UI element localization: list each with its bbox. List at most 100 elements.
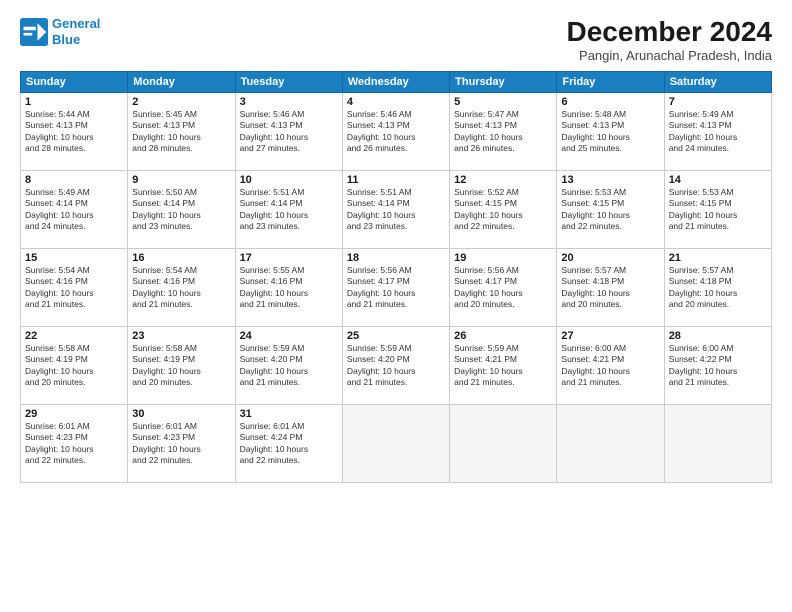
day-info: Sunrise: 5:59 AM Sunset: 4:20 PM Dayligh… — [347, 343, 445, 389]
day-number: 3 — [240, 96, 338, 108]
day-info: Sunrise: 5:56 AM Sunset: 4:17 PM Dayligh… — [454, 265, 552, 311]
day-cell-1: 1Sunrise: 5:44 AM Sunset: 4:13 PM Daylig… — [21, 93, 128, 171]
day-info: Sunrise: 5:57 AM Sunset: 4:18 PM Dayligh… — [561, 265, 659, 311]
day-info: Sunrise: 5:46 AM Sunset: 4:13 PM Dayligh… — [347, 109, 445, 155]
logo: General Blue — [20, 16, 100, 47]
empty-cell — [450, 405, 557, 483]
day-info: Sunrise: 5:49 AM Sunset: 4:13 PM Dayligh… — [669, 109, 767, 155]
day-cell-21: 21Sunrise: 5:57 AM Sunset: 4:18 PM Dayli… — [664, 249, 771, 327]
subtitle: Pangin, Arunachal Pradesh, India — [567, 48, 772, 63]
day-cell-26: 26Sunrise: 5:59 AM Sunset: 4:21 PM Dayli… — [450, 327, 557, 405]
day-info: Sunrise: 5:58 AM Sunset: 4:19 PM Dayligh… — [132, 343, 230, 389]
title-block: December 2024 Pangin, Arunachal Pradesh,… — [567, 16, 772, 63]
day-number: 16 — [132, 252, 230, 264]
day-info: Sunrise: 6:01 AM Sunset: 4:23 PM Dayligh… — [25, 421, 123, 467]
day-cell-20: 20Sunrise: 5:57 AM Sunset: 4:18 PM Dayli… — [557, 249, 664, 327]
day-number: 17 — [240, 252, 338, 264]
day-info: Sunrise: 5:45 AM Sunset: 4:13 PM Dayligh… — [132, 109, 230, 155]
day-info: Sunrise: 6:00 AM Sunset: 4:21 PM Dayligh… — [561, 343, 659, 389]
week-row-2: 8Sunrise: 5:49 AM Sunset: 4:14 PM Daylig… — [21, 171, 772, 249]
day-cell-15: 15Sunrise: 5:54 AM Sunset: 4:16 PM Dayli… — [21, 249, 128, 327]
day-info: Sunrise: 6:01 AM Sunset: 4:23 PM Dayligh… — [132, 421, 230, 467]
day-number: 26 — [454, 330, 552, 342]
calendar-header-row: SundayMondayTuesdayWednesdayThursdayFrid… — [21, 72, 772, 93]
day-info: Sunrise: 5:46 AM Sunset: 4:13 PM Dayligh… — [240, 109, 338, 155]
logo-line1: General — [52, 16, 100, 31]
day-info: Sunrise: 5:56 AM Sunset: 4:17 PM Dayligh… — [347, 265, 445, 311]
day-cell-31: 31Sunrise: 6:01 AM Sunset: 4:24 PM Dayli… — [235, 405, 342, 483]
day-info: Sunrise: 6:01 AM Sunset: 4:24 PM Dayligh… — [240, 421, 338, 467]
day-number: 18 — [347, 252, 445, 264]
day-number: 11 — [347, 174, 445, 186]
day-cell-13: 13Sunrise: 5:53 AM Sunset: 4:15 PM Dayli… — [557, 171, 664, 249]
day-cell-4: 4Sunrise: 5:46 AM Sunset: 4:13 PM Daylig… — [342, 93, 449, 171]
day-info: Sunrise: 5:57 AM Sunset: 4:18 PM Dayligh… — [669, 265, 767, 311]
calendar-header-friday: Friday — [557, 72, 664, 93]
day-number: 5 — [454, 96, 552, 108]
calendar-header-saturday: Saturday — [664, 72, 771, 93]
day-number: 20 — [561, 252, 659, 264]
calendar-header-tuesday: Tuesday — [235, 72, 342, 93]
day-number: 9 — [132, 174, 230, 186]
day-number: 19 — [454, 252, 552, 264]
day-cell-11: 11Sunrise: 5:51 AM Sunset: 4:14 PM Dayli… — [342, 171, 449, 249]
calendar-header-sunday: Sunday — [21, 72, 128, 93]
day-cell-25: 25Sunrise: 5:59 AM Sunset: 4:20 PM Dayli… — [342, 327, 449, 405]
main-title: December 2024 — [567, 16, 772, 48]
day-number: 28 — [669, 330, 767, 342]
day-number: 1 — [25, 96, 123, 108]
day-number: 8 — [25, 174, 123, 186]
day-cell-28: 28Sunrise: 6:00 AM Sunset: 4:22 PM Dayli… — [664, 327, 771, 405]
day-info: Sunrise: 5:53 AM Sunset: 4:15 PM Dayligh… — [561, 187, 659, 233]
day-cell-19: 19Sunrise: 5:56 AM Sunset: 4:17 PM Dayli… — [450, 249, 557, 327]
week-row-4: 22Sunrise: 5:58 AM Sunset: 4:19 PM Dayli… — [21, 327, 772, 405]
day-number: 23 — [132, 330, 230, 342]
day-info: Sunrise: 5:51 AM Sunset: 4:14 PM Dayligh… — [347, 187, 445, 233]
day-info: Sunrise: 5:53 AM Sunset: 4:15 PM Dayligh… — [669, 187, 767, 233]
day-info: Sunrise: 5:59 AM Sunset: 4:21 PM Dayligh… — [454, 343, 552, 389]
day-info: Sunrise: 5:51 AM Sunset: 4:14 PM Dayligh… — [240, 187, 338, 233]
day-number: 14 — [669, 174, 767, 186]
day-info: Sunrise: 5:59 AM Sunset: 4:20 PM Dayligh… — [240, 343, 338, 389]
calendar-table: SundayMondayTuesdayWednesdayThursdayFrid… — [20, 71, 772, 483]
day-number: 21 — [669, 252, 767, 264]
day-number: 12 — [454, 174, 552, 186]
day-number: 31 — [240, 408, 338, 420]
logo-text: General Blue — [52, 16, 100, 47]
calendar-header-thursday: Thursday — [450, 72, 557, 93]
day-info: Sunrise: 5:54 AM Sunset: 4:16 PM Dayligh… — [25, 265, 123, 311]
day-cell-3: 3Sunrise: 5:46 AM Sunset: 4:13 PM Daylig… — [235, 93, 342, 171]
day-cell-22: 22Sunrise: 5:58 AM Sunset: 4:19 PM Dayli… — [21, 327, 128, 405]
day-number: 30 — [132, 408, 230, 420]
logo-icon — [20, 18, 48, 46]
day-number: 10 — [240, 174, 338, 186]
logo-line2: Blue — [52, 32, 80, 47]
day-number: 27 — [561, 330, 659, 342]
day-info: Sunrise: 5:52 AM Sunset: 4:15 PM Dayligh… — [454, 187, 552, 233]
week-row-5: 29Sunrise: 6:01 AM Sunset: 4:23 PM Dayli… — [21, 405, 772, 483]
day-cell-16: 16Sunrise: 5:54 AM Sunset: 4:16 PM Dayli… — [128, 249, 235, 327]
day-number: 4 — [347, 96, 445, 108]
day-number: 25 — [347, 330, 445, 342]
day-cell-5: 5Sunrise: 5:47 AM Sunset: 4:13 PM Daylig… — [450, 93, 557, 171]
day-number: 13 — [561, 174, 659, 186]
day-info: Sunrise: 5:47 AM Sunset: 4:13 PM Dayligh… — [454, 109, 552, 155]
calendar-header-wednesday: Wednesday — [342, 72, 449, 93]
day-number: 7 — [669, 96, 767, 108]
day-cell-12: 12Sunrise: 5:52 AM Sunset: 4:15 PM Dayli… — [450, 171, 557, 249]
week-row-3: 15Sunrise: 5:54 AM Sunset: 4:16 PM Dayli… — [21, 249, 772, 327]
empty-cell — [557, 405, 664, 483]
calendar-header-monday: Monday — [128, 72, 235, 93]
day-cell-10: 10Sunrise: 5:51 AM Sunset: 4:14 PM Dayli… — [235, 171, 342, 249]
page: General Blue December 2024 Pangin, Aruna… — [0, 0, 792, 612]
day-info: Sunrise: 5:54 AM Sunset: 4:16 PM Dayligh… — [132, 265, 230, 311]
day-cell-24: 24Sunrise: 5:59 AM Sunset: 4:20 PM Dayli… — [235, 327, 342, 405]
day-cell-29: 29Sunrise: 6:01 AM Sunset: 4:23 PM Dayli… — [21, 405, 128, 483]
day-cell-23: 23Sunrise: 5:58 AM Sunset: 4:19 PM Dayli… — [128, 327, 235, 405]
day-number: 15 — [25, 252, 123, 264]
day-info: Sunrise: 5:50 AM Sunset: 4:14 PM Dayligh… — [132, 187, 230, 233]
day-number: 2 — [132, 96, 230, 108]
day-cell-9: 9Sunrise: 5:50 AM Sunset: 4:14 PM Daylig… — [128, 171, 235, 249]
day-cell-17: 17Sunrise: 5:55 AM Sunset: 4:16 PM Dayli… — [235, 249, 342, 327]
day-cell-7: 7Sunrise: 5:49 AM Sunset: 4:13 PM Daylig… — [664, 93, 771, 171]
